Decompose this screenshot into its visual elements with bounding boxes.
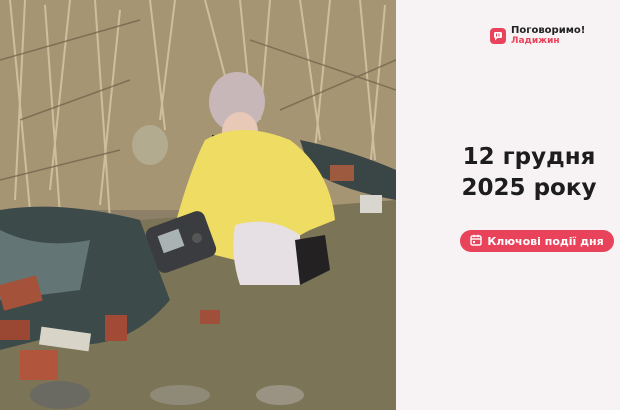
news-photo: [0, 0, 396, 410]
brand-city: Ладижин: [511, 36, 560, 46]
speech-bubble-logo-icon: [490, 28, 506, 44]
key-events-label: Ключові події дня: [487, 234, 604, 248]
date-heading: 12 грудня 2025 року: [452, 142, 606, 204]
date-line-year: 2025 року: [461, 175, 597, 201]
date-line-day: 12 грудня: [462, 144, 596, 170]
brand-logo[interactable]: Поговоримо! Ладижин: [490, 26, 585, 46]
info-panel: [396, 0, 620, 410]
photo-illustration: [0, 0, 396, 410]
key-events-button[interactable]: Ключові події дня: [460, 230, 614, 252]
calendar-icon: [470, 234, 483, 249]
brand-name: Поговоримо!: [511, 25, 586, 36]
